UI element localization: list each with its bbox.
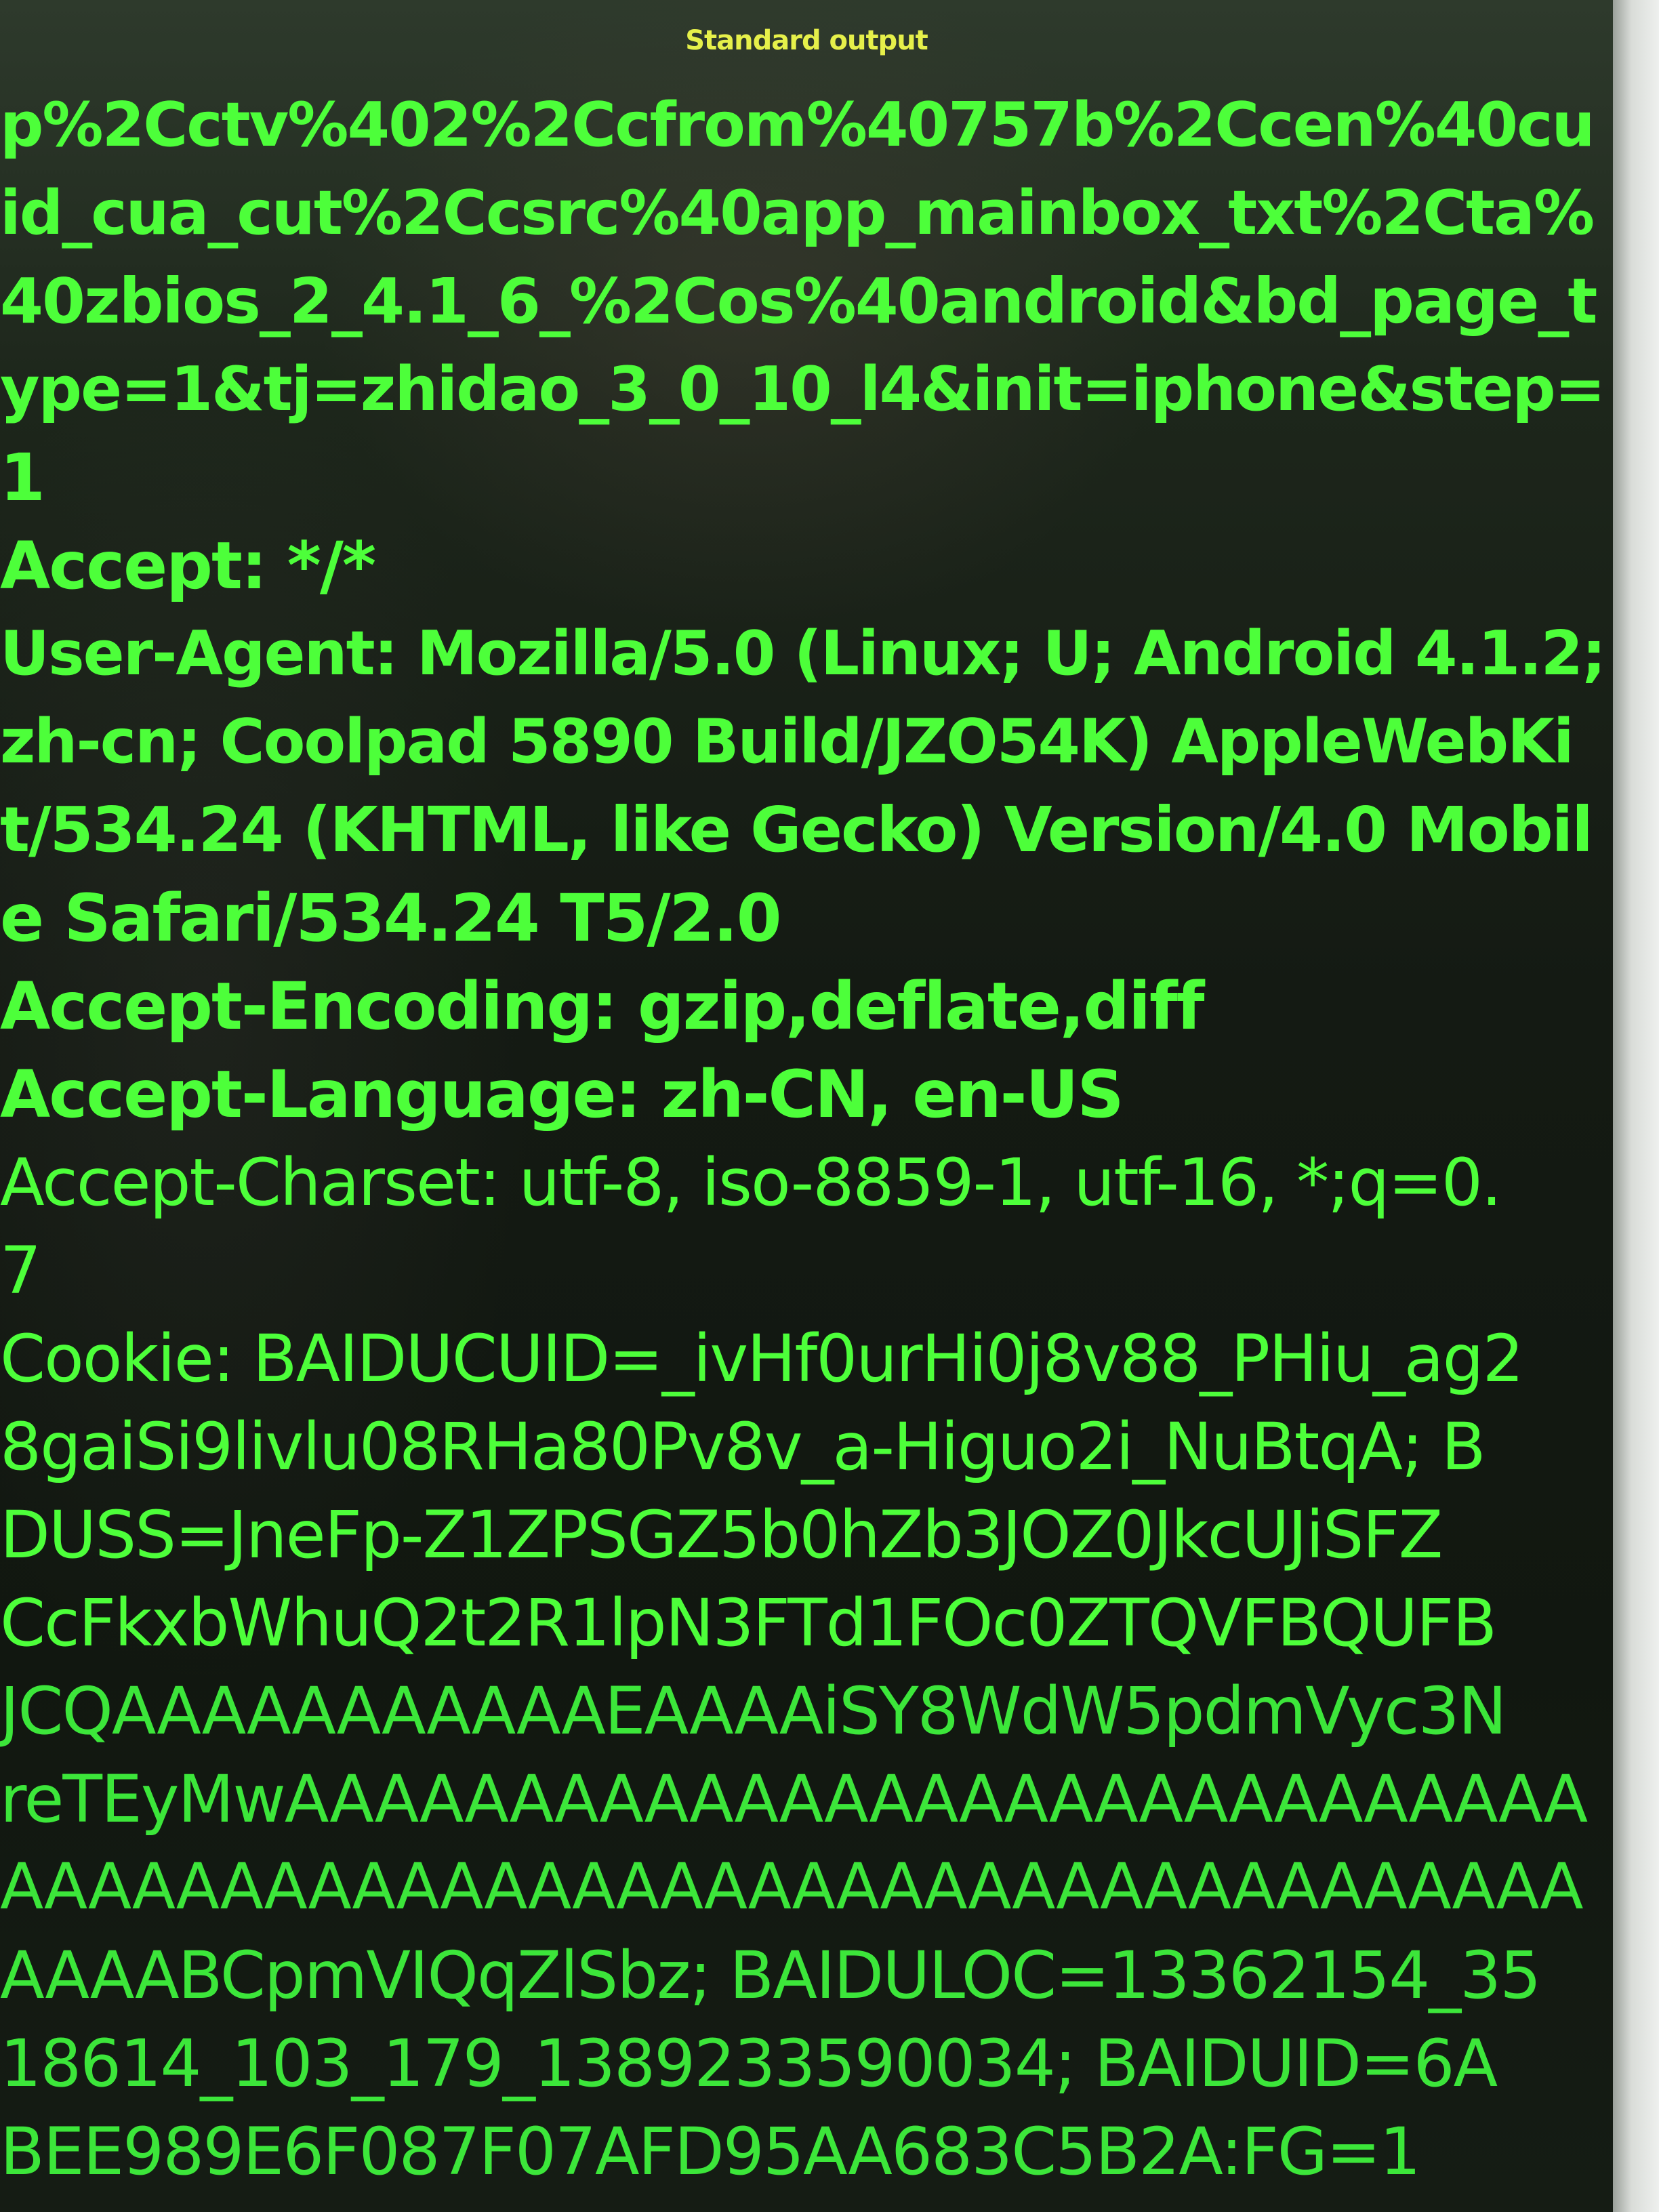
output-line: 8gaiSi9livlu08RHa80Pv8v_a-Higuo2i_NuBtqA… (0, 1409, 1486, 1485)
output-line: reTEyMwAAAAAAAAAAAAAAAAAAAAAAAAAAAAA (0, 1761, 1588, 1837)
output-line: 18614_103_179_1389233590034; BAIDUID=6A (0, 2026, 1498, 2102)
page-title: Standard output (685, 25, 928, 56)
output-line: CcFkxbWhuQ2t2R1lpN3FTd1FOc0ZTQVFBQUFB (0, 1585, 1497, 1661)
terminal-screen: Standard output p%2Cctv%402%2Ccfrom%4075… (0, 0, 1613, 2212)
output-line: Accept-Language: zh-CN, en-US (0, 1057, 1124, 1132)
output-line: AAAABCpmVIQqZlSbz; BAIDULOC=13362154_35 (0, 1938, 1541, 2013)
output-line: Accept: */* (0, 528, 376, 604)
output-line: 7 (0, 1233, 41, 1309)
output-line: Accept-Charset: utf-8, iso-8859-1, utf-1… (0, 1145, 1502, 1221)
output-line: BEE989E6F087F07AFD95AA683C5B2A:FG=1 (0, 2114, 1421, 2190)
standard-output-text: p%2Cctv%402%2Ccfrom%40757b%2Ccen%40cu id… (0, 81, 1613, 2212)
output-line: id_cua_cut%2Ccsrc%40app_mainbox_txt%2Cta… (0, 178, 1595, 249)
output-line: zh-cn; Coolpad 5890 Build/JZO54K) AppleW… (0, 706, 1574, 777)
output-line: AAAAAAAAAAAAAAAAAAAAAAAAAAAAAAAAAAAA (0, 1850, 1584, 1924)
output-line: 1 (0, 440, 45, 516)
output-line: Cookie: BAIDUCUID=_ivHf0urHi0j8v88_PHiu_… (0, 1321, 1524, 1397)
output-line: Accept-Encoding: gzip,deflate,diff (0, 968, 1205, 1044)
output-line: DUSS=JneFp-Z1ZPSGZ5b0hZb3JOZ0JkcUJiSFZ (0, 1497, 1443, 1573)
output-line: p%2Cctv%402%2Ccfrom%40757b%2Ccen%40cu (0, 89, 1595, 161)
output-line: 40zbios_2_4.1_6_%2Cos%40android&bd_page_… (0, 265, 1597, 337)
output-line: e Safari/534.24 T5/2.0 (0, 880, 782, 956)
output-line: t/534.24 (KHTML, like Gecko) Version/4.0… (0, 794, 1593, 866)
device-bezel (1613, 0, 1659, 2212)
output-line: User-Agent: Mozilla/5.0 (Linux; U; Andro… (0, 618, 1606, 689)
output-line: ype=1&tj=zhidao_3_0_10_l4&init=iphone&st… (0, 354, 1605, 425)
output-line: JCQAAAAAAAAAAAEAAAAiSY8WdW5pdmVyc3N (0, 1673, 1507, 1749)
